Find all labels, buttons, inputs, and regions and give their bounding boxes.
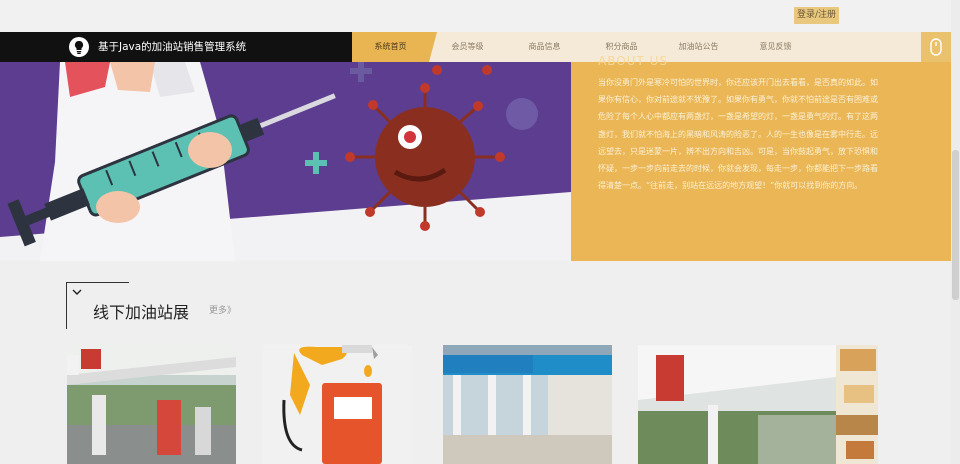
- gas-station-photo: [67, 345, 236, 464]
- more-link[interactable]: 更多》: [209, 303, 236, 316]
- food-photo: [836, 345, 878, 464]
- gas-station-photo: [443, 345, 612, 464]
- scrollbar-thumb[interactable]: [952, 150, 959, 300]
- nav-item-feedback[interactable]: 意见反馈: [737, 32, 814, 62]
- about-heading: ABOUT US: [598, 54, 669, 68]
- chevron-down-icon: [72, 289, 82, 295]
- top-bar: 登录/注册: [0, 0, 960, 32]
- brand-area: 基于Java的加油站销售管理系统: [0, 32, 352, 62]
- hero-section: ABOUT US 当你没勇门外是寒冷可怕的世界时，你还应该开门出去看看，是否真的…: [0, 54, 951, 261]
- station-card[interactable]: [836, 345, 878, 464]
- lightbulb-icon: [69, 37, 89, 57]
- section-title: 线下加油站展: [93, 303, 190, 322]
- vaccine-illustration: [0, 62, 571, 261]
- login-register-button[interactable]: 登录/注册: [794, 7, 839, 24]
- station-card[interactable]: [638, 345, 836, 464]
- nav-item-products[interactable]: 商品信息: [506, 32, 583, 62]
- user-icon: [930, 38, 942, 56]
- site-title[interactable]: 基于Java的加油站销售管理系统: [98, 32, 246, 62]
- about-panel: ABOUT US 当你没勇门外是寒冷可怕的世界时，你还应该开门出去看看，是否真的…: [571, 54, 951, 261]
- hero-banner-illustration: [0, 62, 571, 261]
- user-button[interactable]: [921, 32, 951, 62]
- nav-item-member-level[interactable]: 会员等级: [429, 32, 506, 62]
- about-text: 当你没勇门外是寒冷可怕的世界时，你还应该开门出去看看，是否真的如此。如果你有信心…: [598, 78, 878, 191]
- page-scrollbar[interactable]: [951, 0, 960, 464]
- fuel-nozzle-illustration: [262, 345, 412, 464]
- main-nav: 基于Java的加油站销售管理系统 系统首页 会员等级 商品信息 积分商品 加油站…: [0, 32, 951, 62]
- station-card[interactable]: [67, 345, 236, 464]
- station-card[interactable]: [443, 345, 612, 464]
- gas-station-photo: [638, 345, 836, 464]
- nav-item-announcements[interactable]: 加油站公告: [660, 32, 737, 62]
- station-card[interactable]: [262, 345, 412, 464]
- nav-item-home[interactable]: 系统首页: [352, 32, 437, 62]
